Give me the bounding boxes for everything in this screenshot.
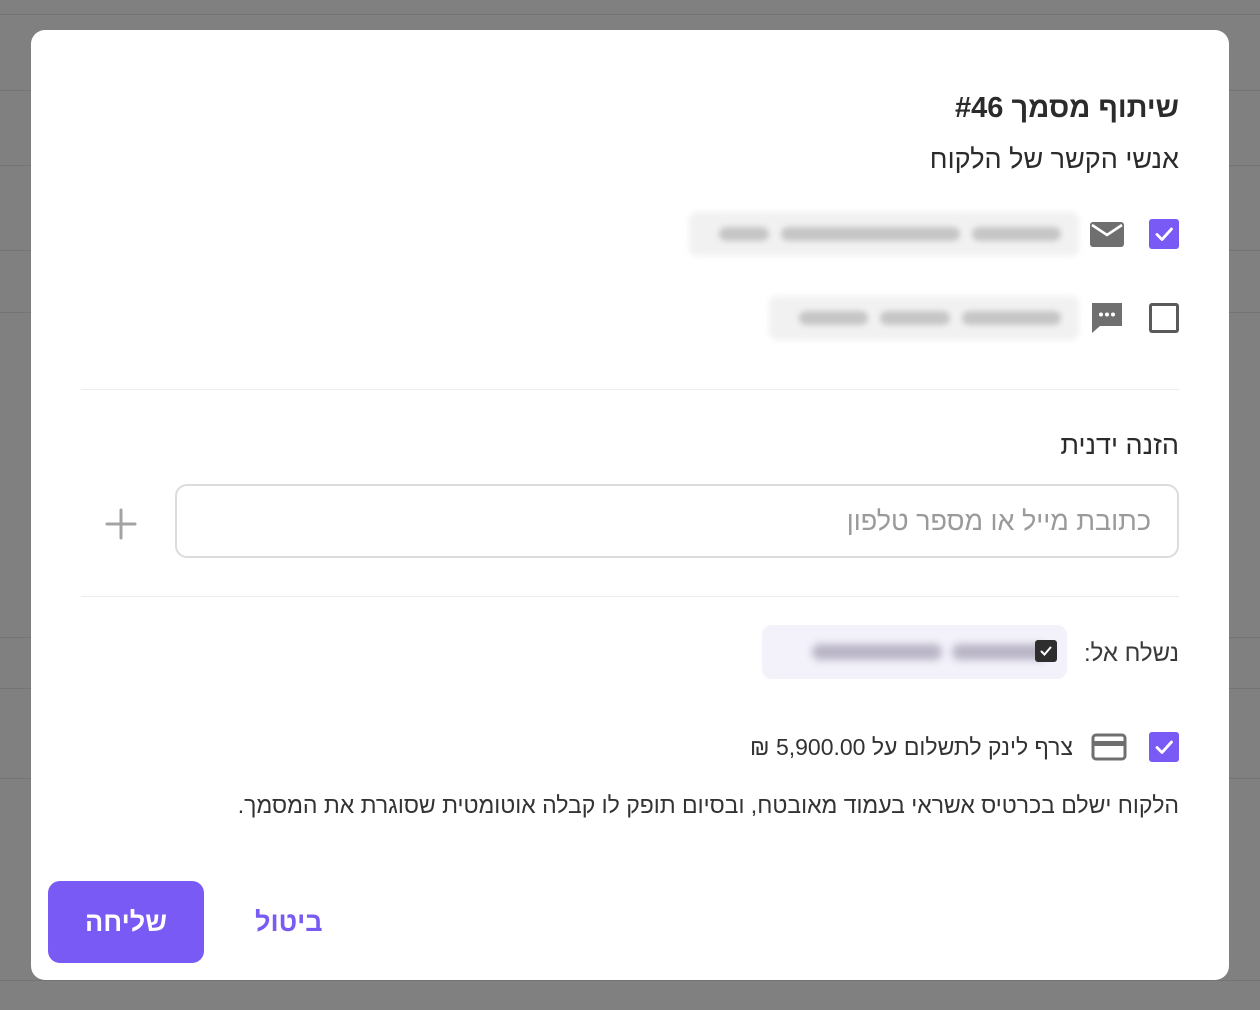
send-button[interactable]: שליחה (48, 881, 204, 963)
contact-input-field[interactable] (175, 484, 1179, 558)
background-divider (0, 980, 1260, 981)
plus-icon (105, 508, 137, 540)
contact-email-checkbox[interactable] (1149, 219, 1179, 249)
dialog-title: שיתוף מסמך #46 (955, 92, 1179, 124)
checkmark-icon (1155, 740, 1173, 754)
section-divider (81, 596, 1179, 597)
contact-sms-checkbox[interactable] (1149, 303, 1179, 333)
contact-email-value-blurred (689, 212, 1079, 256)
mail-icon (1089, 216, 1125, 252)
checkmark-icon (1155, 227, 1173, 241)
payment-link-row: צרף לינק לתשלום על 5,900.00 ₪ (750, 730, 1179, 764)
sms-icon (1089, 300, 1125, 336)
manual-entry-label: הזנה ידנית (1060, 430, 1179, 460)
credit-card-icon (1091, 729, 1127, 765)
payment-link-checkbox[interactable] (1149, 732, 1179, 762)
payment-description: הלקוח ישלם בכרטיס אשראי בעמוד מאובטח, וב… (237, 792, 1179, 818)
checkmark-icon (1040, 646, 1052, 656)
add-recipient-button[interactable] (101, 504, 141, 544)
recipient-chip-checkbox[interactable] (1035, 640, 1057, 662)
share-document-dialog: שיתוף מסמך #46 אנשי הקשר של הלקוח הזנה י… (31, 30, 1229, 980)
contact-phone-value-blurred (769, 296, 1079, 340)
sent-to-label: נשלח אל: (1083, 640, 1179, 667)
payment-link-label: צרף לינק לתשלום על 5,900.00 ₪ (750, 733, 1073, 760)
background-divider (0, 14, 1260, 15)
contact-row-sms (769, 296, 1179, 340)
contact-row-email (689, 212, 1179, 256)
recipient-chip-value-blurred (762, 625, 1067, 679)
cancel-button[interactable]: ביטול (245, 901, 333, 943)
contacts-section-label: אנשי הקשר של הלקוח (929, 144, 1179, 174)
section-divider (81, 389, 1179, 390)
recipient-chip[interactable] (762, 625, 1067, 679)
